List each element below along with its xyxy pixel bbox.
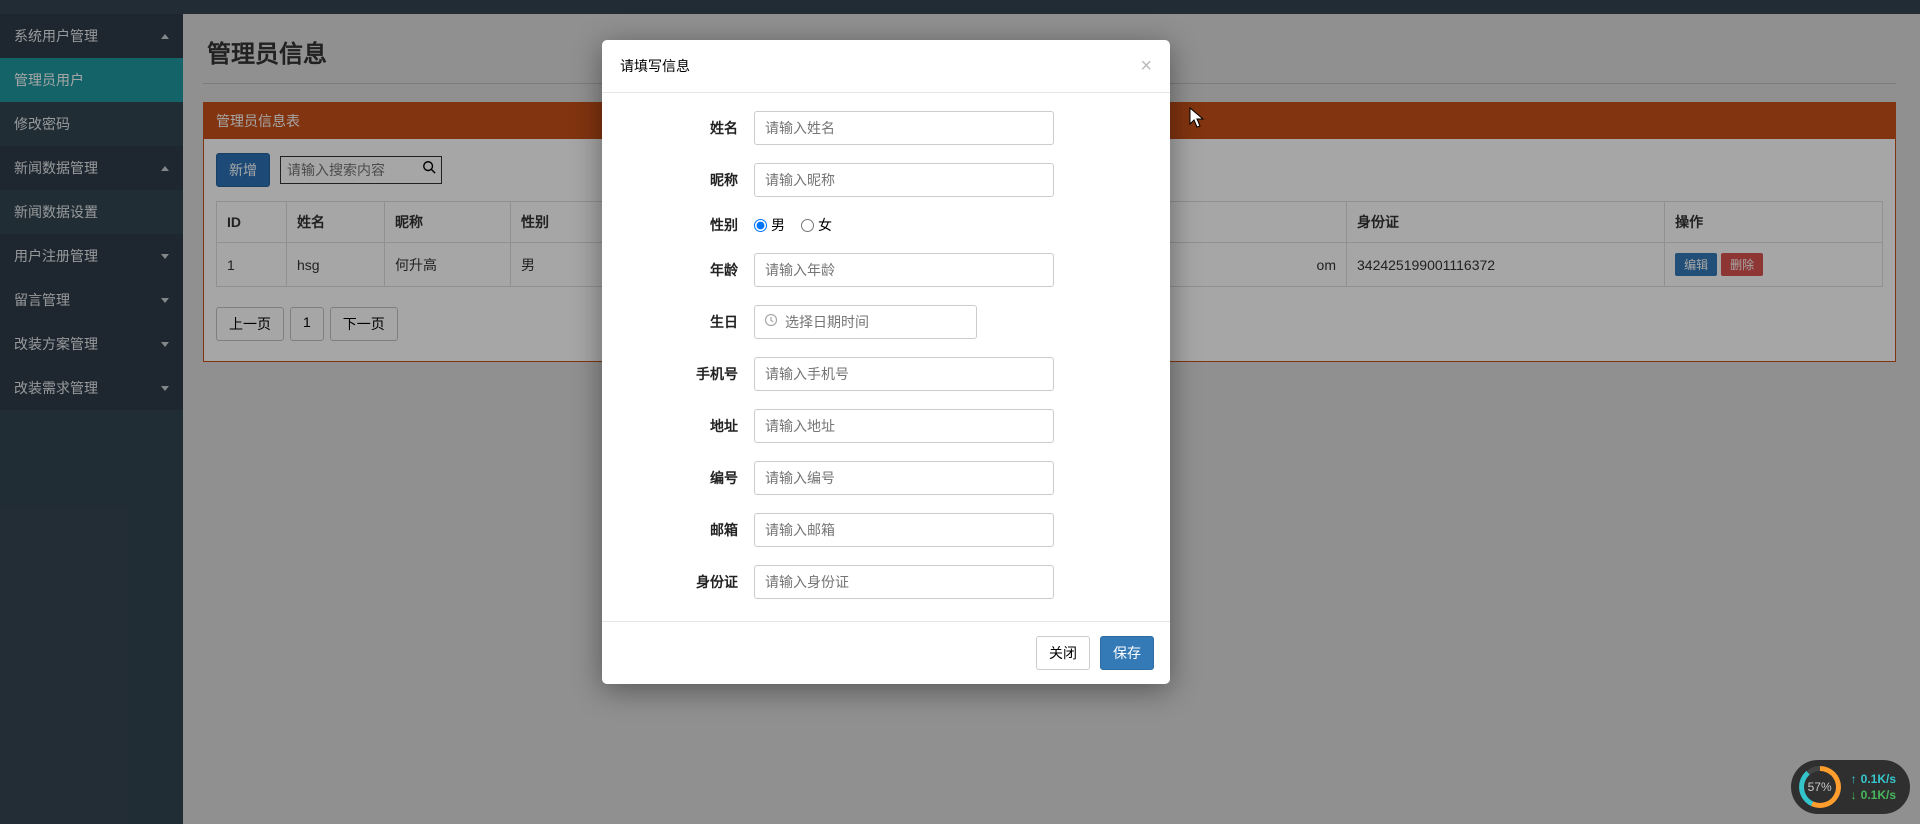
label-idcard: 身份证	[622, 572, 754, 592]
close-button[interactable]: 关闭	[1036, 636, 1090, 670]
radio-male[interactable]: 男	[754, 215, 785, 235]
label-birth: 生日	[622, 312, 754, 332]
label-sex: 性别	[622, 215, 754, 235]
label-name: 姓名	[622, 118, 754, 138]
modal-body: 姓名 昵称 性别 男 女 年龄 生日	[602, 93, 1170, 621]
age-input[interactable]	[754, 253, 1054, 287]
label-addr: 地址	[622, 416, 754, 436]
birth-date-wrap	[754, 305, 977, 339]
network-widget[interactable]: 57% ↑ 0.1K/s ↓ 0.1K/s	[1791, 760, 1910, 814]
net-speeds: ↑ 0.1K/s ↓ 0.1K/s	[1851, 772, 1896, 802]
upload-speed-value: 0.1K/s	[1861, 772, 1896, 786]
name-input[interactable]	[754, 111, 1054, 145]
ring-percent: 57%	[1804, 771, 1836, 803]
modal-header: 请填写信息 ×	[602, 40, 1170, 93]
radio-female[interactable]: 女	[801, 215, 832, 235]
modal: 请填写信息 × 姓名 昵称 性别 男 女 年龄 生日	[602, 40, 1170, 684]
code-input[interactable]	[754, 461, 1054, 495]
ring-icon: 57%	[1799, 766, 1841, 808]
close-icon[interactable]: ×	[1140, 56, 1152, 76]
label-nick: 昵称	[622, 170, 754, 190]
save-button[interactable]: 保存	[1100, 636, 1154, 670]
modal-footer: 关闭 保存	[602, 621, 1170, 684]
label-phone: 手机号	[622, 364, 754, 384]
clock-icon	[764, 313, 778, 330]
radio-male-label: 男	[771, 215, 785, 235]
nick-input[interactable]	[754, 163, 1054, 197]
radio-female-label: 女	[818, 215, 832, 235]
email-input[interactable]	[754, 513, 1054, 547]
modal-title: 请填写信息	[620, 56, 690, 76]
download-speed: ↓ 0.1K/s	[1851, 788, 1896, 802]
label-email: 邮箱	[622, 520, 754, 540]
idcard-input[interactable]	[754, 565, 1054, 599]
birth-input[interactable]	[754, 305, 977, 339]
app-topbar	[0, 0, 1920, 14]
phone-input[interactable]	[754, 357, 1054, 391]
upload-speed: ↑ 0.1K/s	[1851, 772, 1896, 786]
radio-female-input[interactable]	[801, 219, 814, 232]
download-speed-value: 0.1K/s	[1861, 788, 1896, 802]
label-code: 编号	[622, 468, 754, 488]
addr-input[interactable]	[754, 409, 1054, 443]
radio-male-input[interactable]	[754, 219, 767, 232]
sex-radio-group: 男 女	[754, 215, 832, 235]
label-age: 年龄	[622, 260, 754, 280]
